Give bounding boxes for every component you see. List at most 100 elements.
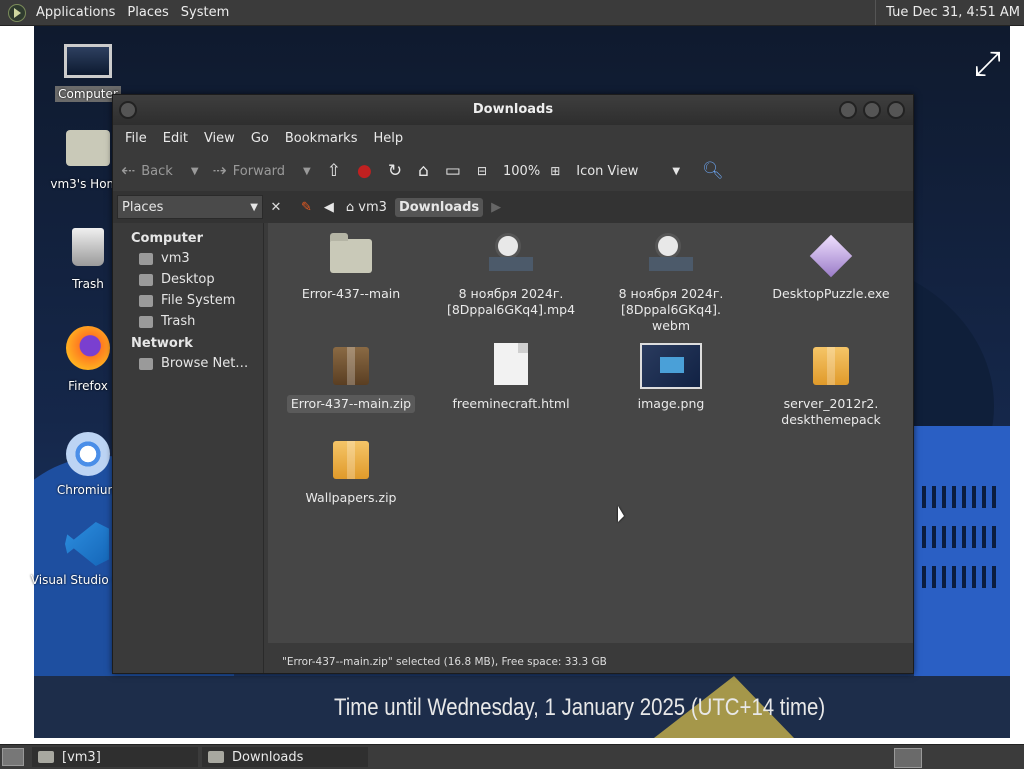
window-titlebar[interactable]: Downloads xyxy=(113,95,913,125)
file-item[interactable]: Wallpapers.zip xyxy=(276,431,426,507)
search-button[interactable]: 🔍︎ xyxy=(702,161,730,181)
video-file-icon xyxy=(596,233,746,279)
folder-icon xyxy=(38,751,54,763)
back-arrow-icon: ⇠ xyxy=(121,161,136,181)
mouse-cursor xyxy=(618,506,624,522)
vscode-icon xyxy=(65,522,109,566)
mate-logo-icon[interactable] xyxy=(8,3,26,22)
places-selector[interactable]: Places ▼ xyxy=(117,195,263,219)
toolbar: ⇠ Back ▼ ⇢ Forward ▼ ⇧ ● ↻ ⌂ ▭ ⊟ 100% ⊞ … xyxy=(113,151,913,191)
zoom-level: 100% xyxy=(503,163,541,179)
forward-button[interactable]: ⇢ Forward ▼ xyxy=(213,161,311,181)
menubar: File Edit View Go Bookmarks Help xyxy=(113,125,913,151)
task-downloads[interactable]: Downloads xyxy=(202,747,368,767)
file-item[interactable]: image.png xyxy=(596,337,746,413)
task-vm3[interactable]: [vm3] xyxy=(32,747,198,767)
file-item[interactable]: DesktopPuzzle.exe xyxy=(756,227,906,303)
folder-icon xyxy=(276,233,426,279)
breadcrumb-left-arrow-icon[interactable]: ◀ xyxy=(320,198,338,217)
edit-location-icon[interactable]: ✎ xyxy=(297,198,316,217)
zoom-out-icon: ⊟ xyxy=(476,164,488,178)
zoom-in-button[interactable]: ⊞ xyxy=(550,164,566,178)
applications-menu[interactable]: Applications xyxy=(30,5,121,20)
firefox-icon xyxy=(66,326,110,370)
sidebar-item-file-system[interactable]: File System xyxy=(113,290,263,311)
menu-file[interactable]: File xyxy=(117,131,155,146)
back-history-arrow-icon[interactable]: ▼ xyxy=(191,166,199,177)
sidebar-item-browse-network[interactable]: Browse Net… xyxy=(113,353,263,374)
top-menu: Applications Places System xyxy=(30,0,235,25)
workspace-switcher[interactable] xyxy=(894,748,922,768)
home-button[interactable]: ⌂ xyxy=(418,161,435,181)
clock[interactable]: Tue Dec 31, 4:51 AM xyxy=(875,0,1020,25)
menu-bookmarks[interactable]: Bookmarks xyxy=(277,131,366,146)
folder-icon xyxy=(208,751,224,763)
file-item[interactable]: server_2012r2. deskthemepack xyxy=(756,337,906,429)
show-desktop-button[interactable] xyxy=(2,748,24,766)
menu-go[interactable]: Go xyxy=(243,131,277,146)
reload-button[interactable]: ↻ xyxy=(388,161,408,181)
system-menu[interactable]: System xyxy=(175,5,235,20)
file-item-selected[interactable]: Error-437--main.zip xyxy=(276,337,426,413)
top-panel: Applications Places System Tue Dec 31, 4… xyxy=(0,0,1024,26)
wallpaper-castle xyxy=(914,426,1010,686)
up-arrow-icon: ⇧ xyxy=(326,161,341,181)
computer-button[interactable]: ▭ xyxy=(445,161,467,181)
sidebar-item-trash[interactable]: Trash xyxy=(113,311,263,332)
file-item[interactable]: 8 ноября 2024г. [8Dppal6GKq4].mp4 xyxy=(436,227,586,319)
home-icon: ⌂ xyxy=(418,161,429,181)
forward-history-arrow-icon[interactable]: ▼ xyxy=(303,166,311,177)
sidebar-item-vm3[interactable]: vm3 xyxy=(113,248,263,269)
stop-button[interactable]: ● xyxy=(357,161,378,181)
zoom-out-button[interactable]: ⊟ xyxy=(477,164,493,178)
breadcrumb-vm3[interactable]: ⌂ vm3 xyxy=(342,198,391,217)
chromium-icon xyxy=(66,432,110,476)
sidebar-section-network: Network xyxy=(131,336,193,351)
html-file-icon xyxy=(436,343,586,389)
file-view: Error-437--main 8 ноября 2024г. [8Dppal6… xyxy=(268,223,913,643)
forward-arrow-icon: ⇢ xyxy=(212,161,227,181)
expand-icon: ⤢ xyxy=(974,44,1002,84)
drive-icon xyxy=(139,294,153,307)
countdown-banner: Time until Wednesday, 1 January 2025 (UT… xyxy=(334,694,826,721)
sidebar-item-desktop[interactable]: Desktop xyxy=(113,269,263,290)
minimize-button[interactable] xyxy=(839,101,857,119)
location-bar: Places ▼ ✕ ✎ ◀ ⌂ vm3 Downloads ▶ xyxy=(113,191,913,223)
computer-small-icon: ▭ xyxy=(444,161,461,181)
breadcrumb-downloads[interactable]: Downloads xyxy=(394,197,484,217)
status-bar: "Error-437--main.zip" selected (16.8 MB)… xyxy=(282,656,607,668)
bottom-panel: [vm3] Downloads xyxy=(0,744,1024,769)
archive-icon xyxy=(276,343,426,389)
trash-icon xyxy=(72,228,104,266)
file-item[interactable]: freeminecraft.html xyxy=(436,337,586,413)
sidebar-section-computer: Computer xyxy=(131,231,204,246)
image-thumbnail xyxy=(596,343,746,389)
file-item[interactable]: Error-437--main xyxy=(276,227,426,303)
trash-icon xyxy=(139,315,153,328)
places-menu[interactable]: Places xyxy=(121,5,174,20)
search-icon: 🔍︎ xyxy=(702,161,724,181)
desktop-icon xyxy=(139,273,153,286)
menu-view[interactable]: View xyxy=(196,131,243,146)
chevron-down-icon: ▼ xyxy=(672,165,681,177)
home-icon xyxy=(139,252,153,265)
executable-icon xyxy=(756,233,906,279)
home-folder-icon xyxy=(66,130,110,166)
file-item[interactable]: 8 ноября 2024г. [8Dppal6GKq4]. webm xyxy=(596,227,746,335)
breadcrumb: ✎ ◀ ⌂ vm3 Downloads ▶ xyxy=(297,197,509,217)
view-mode-select[interactable]: Icon View ▼ xyxy=(576,164,680,179)
up-button[interactable]: ⇧ xyxy=(327,161,347,181)
back-button[interactable]: ⇠ Back ▼ xyxy=(121,161,199,181)
maximize-button[interactable] xyxy=(863,101,881,119)
breadcrumb-right-arrow-icon[interactable]: ▶ xyxy=(487,198,505,217)
reload-icon: ↻ xyxy=(387,161,403,181)
archive-icon xyxy=(276,437,426,483)
close-sidebar-button[interactable]: ✕ xyxy=(265,196,287,218)
file-manager-window: Downloads File Edit View Go Bookmarks He… xyxy=(112,94,914,674)
computer-icon xyxy=(64,44,112,78)
close-button[interactable] xyxy=(887,101,905,119)
network-icon xyxy=(139,357,153,370)
places-sidebar: Computer vm3 Desktop File System Trash N… xyxy=(113,223,264,673)
menu-edit[interactable]: Edit xyxy=(155,131,196,146)
menu-help[interactable]: Help xyxy=(365,131,411,146)
